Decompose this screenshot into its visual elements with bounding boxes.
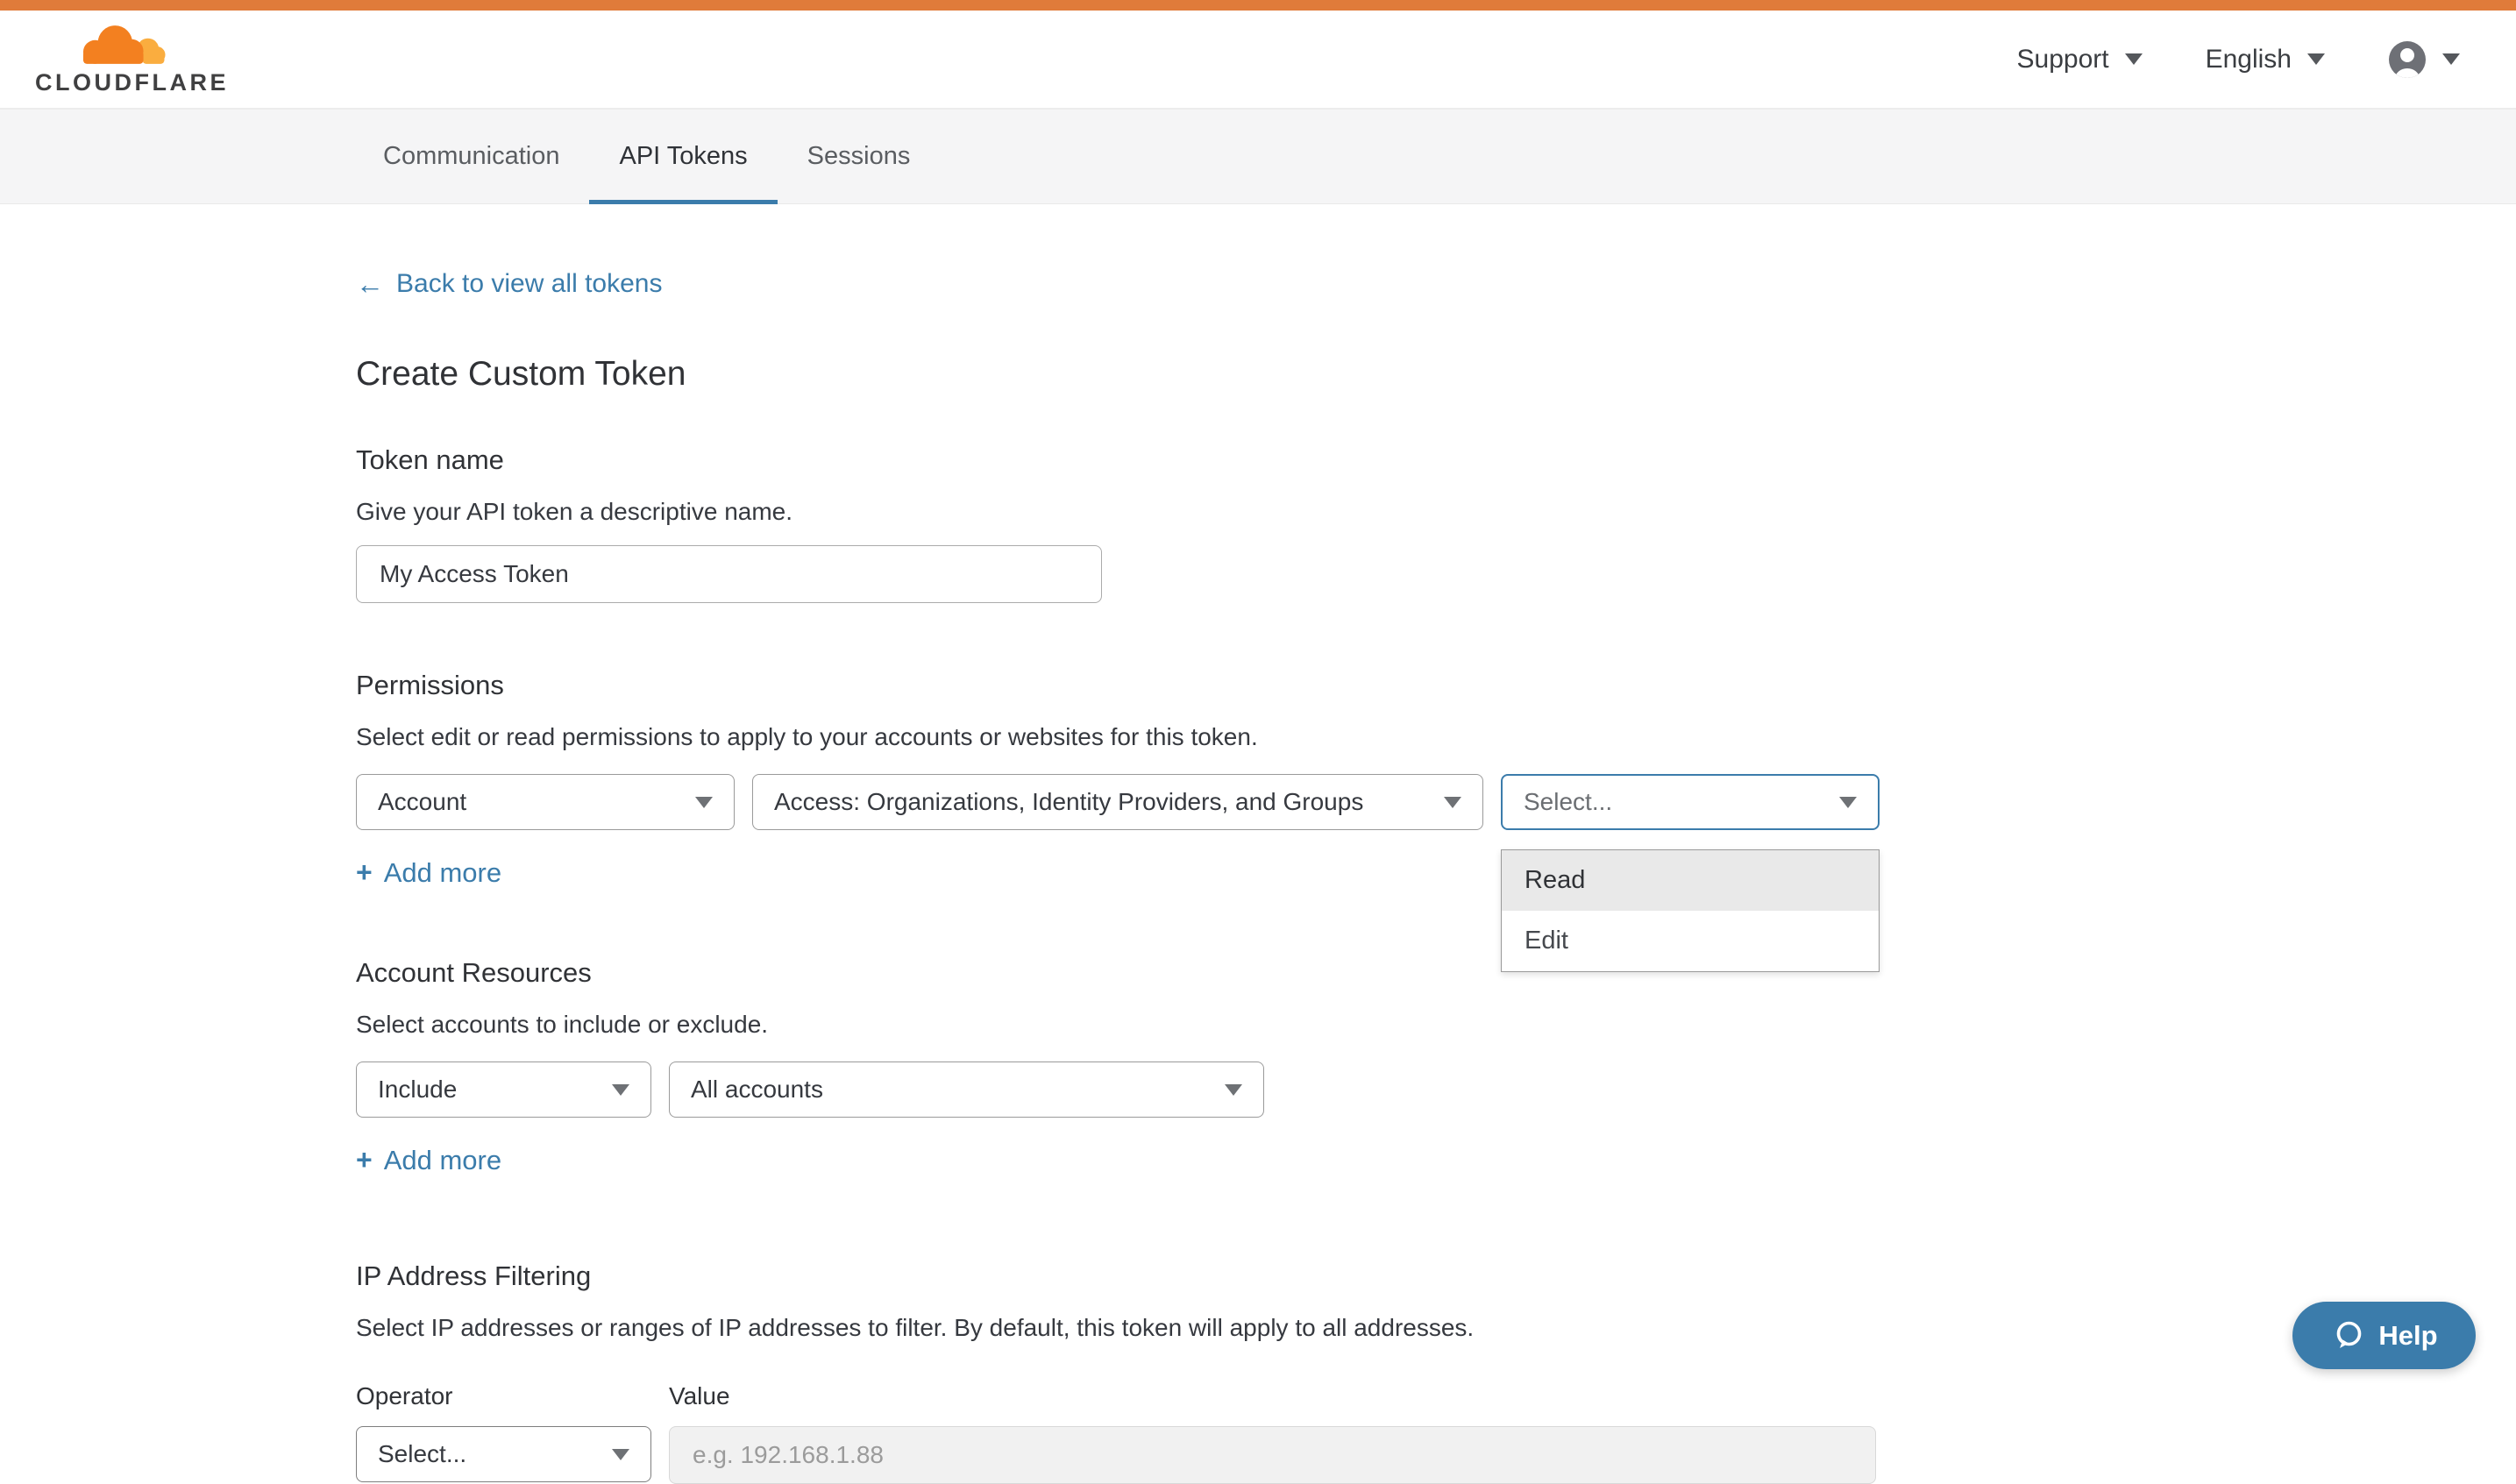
token-name-heading: Token name (356, 444, 2516, 476)
main-content: ← Back to view all tokens Create Custom … (0, 204, 2516, 1484)
value-label: Value (669, 1382, 730, 1410)
language-label: English (2206, 45, 2292, 75)
tab-api-tokens[interactable]: API Tokens (589, 110, 777, 203)
select-value: Access: Organizations, Identity Provider… (774, 788, 1363, 816)
chevron-down-icon (695, 797, 713, 808)
ip-value-input[interactable] (669, 1426, 1876, 1484)
page-title: Create Custom Token (356, 355, 2516, 394)
token-name-description: Give your API token a descriptive name. (356, 498, 2516, 526)
tab-label: Communication (383, 142, 559, 171)
tab-communication[interactable]: Communication (353, 110, 589, 203)
add-more-label: Add more (384, 1145, 501, 1176)
permission-access-select-wrap: Select... Read Edit (1501, 774, 1880, 830)
option-edit[interactable]: Edit (1502, 911, 1879, 971)
chevron-down-icon (612, 1449, 629, 1460)
back-link[interactable]: ← Back to view all tokens (356, 269, 662, 299)
chevron-down-icon (1444, 797, 1461, 808)
account-resources-description: Select accounts to include or exclude. (356, 1011, 2516, 1039)
select-value: Account (378, 788, 466, 816)
account-resources-section: Account Resources Select accounts to inc… (356, 957, 2516, 1176)
permissions-section: Permissions Select edit or read permissi… (356, 670, 2516, 889)
help-button[interactable]: Help (2292, 1302, 2476, 1369)
token-name-input[interactable] (356, 545, 1102, 603)
account-resources-row: Include All accounts (356, 1062, 2516, 1118)
plus-icon: + (356, 1144, 373, 1176)
brand-accent-bar (0, 0, 2516, 11)
ip-operator-select[interactable]: Select... (356, 1426, 651, 1482)
help-label: Help (2378, 1320, 2437, 1352)
ip-filtering-description: Select IP addresses or ranges of IP addr… (356, 1314, 2516, 1342)
tab-sessions[interactable]: Sessions (778, 110, 941, 203)
chevron-down-icon (612, 1084, 629, 1096)
permission-access-select[interactable]: Select... (1501, 774, 1880, 830)
ip-filtering-section: IP Address Filtering Select IP addresses… (356, 1260, 2516, 1484)
tabs-bar: Communication API Tokens Sessions (0, 110, 2516, 204)
tab-label: API Tokens (619, 142, 747, 171)
account-mode-select[interactable]: Include (356, 1062, 651, 1118)
permissions-add-more-link[interactable]: + Add more (356, 856, 501, 889)
token-name-section: Token name Give your API token a descrip… (356, 444, 2516, 603)
option-label: Edit (1525, 927, 1568, 955)
chevron-down-icon (1225, 1084, 1242, 1096)
back-link-label: Back to view all tokens (396, 269, 662, 299)
site-header: CLOUDFLARE Support English (0, 11, 2516, 110)
ip-controls-row: Select... (356, 1426, 2516, 1484)
back-arrow-icon: ← (356, 269, 384, 299)
cloudflare-logo[interactable]: CLOUDFLARE (33, 22, 229, 96)
access-dropdown-menu: Read Edit (1501, 849, 1880, 972)
brand-wordmark: CLOUDFLARE (33, 69, 229, 96)
account-resources-heading: Account Resources (356, 957, 2516, 989)
operator-label: Operator (356, 1382, 669, 1410)
help-bubble-icon (2330, 1318, 2365, 1353)
chevron-down-icon (2307, 53, 2325, 65)
header-menus: Support English (2017, 40, 2460, 79)
chevron-down-icon (2125, 53, 2143, 65)
avatar-icon (2388, 40, 2427, 79)
option-label: Read (1525, 866, 1585, 895)
plus-icon: + (356, 856, 373, 889)
permissions-row: Account Access: Organizations, Identity … (356, 774, 2516, 830)
select-value: All accounts (691, 1076, 823, 1104)
option-read[interactable]: Read (1502, 850, 1879, 911)
permission-resource-select[interactable]: Access: Organizations, Identity Provider… (752, 774, 1483, 830)
account-menu[interactable] (2388, 40, 2460, 79)
language-menu[interactable]: English (2206, 45, 2325, 75)
tab-label: Sessions (807, 142, 911, 171)
permissions-description: Select edit or read permissions to apply… (356, 723, 2516, 751)
support-label: Support (2017, 45, 2109, 75)
chevron-down-icon (1839, 797, 1857, 808)
select-placeholder: Select... (378, 1440, 466, 1468)
ip-labels-row: Operator Value (356, 1382, 2516, 1410)
cloudflare-cloud-icon (33, 22, 205, 67)
support-menu[interactable]: Support (2017, 45, 2143, 75)
select-placeholder: Select... (1524, 788, 1612, 816)
select-value: Include (378, 1076, 457, 1104)
ip-filtering-heading: IP Address Filtering (356, 1260, 2516, 1292)
account-scope-select[interactable]: All accounts (669, 1062, 1264, 1118)
add-more-label: Add more (384, 857, 501, 889)
permissions-heading: Permissions (356, 670, 2516, 701)
chevron-down-icon (2442, 53, 2460, 65)
permission-scope-select[interactable]: Account (356, 774, 735, 830)
account-resources-add-more-link[interactable]: + Add more (356, 1144, 501, 1176)
